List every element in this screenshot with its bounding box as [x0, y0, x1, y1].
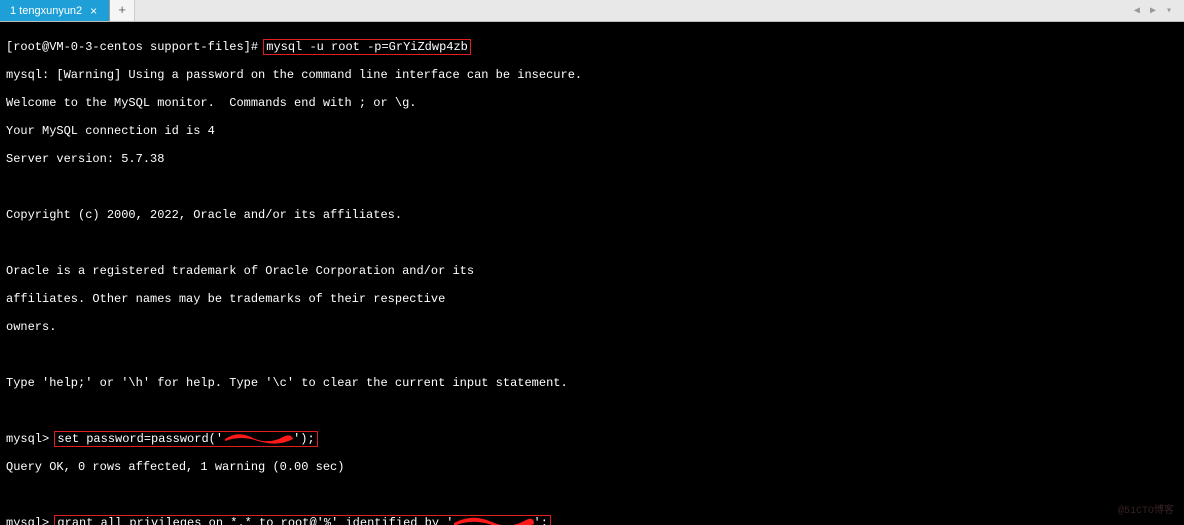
redacted-password: [454, 516, 534, 525]
oracle-notice-1: Oracle is a registered trademark of Orac…: [6, 264, 1178, 278]
nav-right-icon[interactable]: ▶: [1146, 3, 1160, 19]
cmd-grant-privileges: grant all privileges on *.* to root@'%' …: [54, 515, 550, 525]
cmd-set-password: set password=password('');: [54, 431, 317, 447]
mysql-warning: mysql: [Warning] Using a password on the…: [6, 68, 1178, 82]
close-icon[interactable]: ×: [88, 4, 99, 18]
mysql-welcome: Welcome to the MySQL monitor. Commands e…: [6, 96, 1178, 110]
mysql-prompt: mysql>: [6, 516, 56, 525]
query-ok-1: Query OK, 0 rows affected, 1 warning (0.…: [6, 460, 1178, 474]
cmd-mysql-login: mysql -u root -p=GrYiZdwp4zb: [263, 39, 471, 55]
nav-down-icon[interactable]: ▾: [1162, 3, 1176, 19]
terminal[interactable]: [root@VM-0-3-centos support-files]# mysq…: [0, 22, 1184, 525]
tab-tengxunyun2[interactable]: 1 tengxunyun2 ×: [0, 0, 110, 21]
mysql-prompt: mysql>: [6, 432, 56, 446]
tab-bar: 1 tengxunyun2 × + ◀ ▶ ▾: [0, 0, 1184, 22]
oracle-notice-2: affiliates. Other names may be trademark…: [6, 292, 1178, 306]
tab-title: 1 tengxunyun2: [10, 5, 82, 17]
shell-prompt: [root@VM-0-3-centos support-files]#: [6, 40, 265, 54]
mysql-version: Server version: 5.7.38: [6, 152, 1178, 166]
mysql-copyright: Copyright (c) 2000, 2022, Oracle and/or …: [6, 208, 1178, 222]
oracle-notice-3: owners.: [6, 320, 1178, 334]
mysql-help: Type 'help;' or '\h' for help. Type '\c'…: [6, 376, 1178, 390]
redacted-password: [223, 432, 293, 446]
watermark: @51CTO博客: [1118, 505, 1174, 519]
nav-arrows: ◀ ▶ ▾: [1130, 0, 1184, 21]
nav-left-icon[interactable]: ◀: [1130, 3, 1144, 19]
add-tab-button[interactable]: +: [110, 0, 135, 21]
mysql-conn-id: Your MySQL connection id is 4: [6, 124, 1178, 138]
